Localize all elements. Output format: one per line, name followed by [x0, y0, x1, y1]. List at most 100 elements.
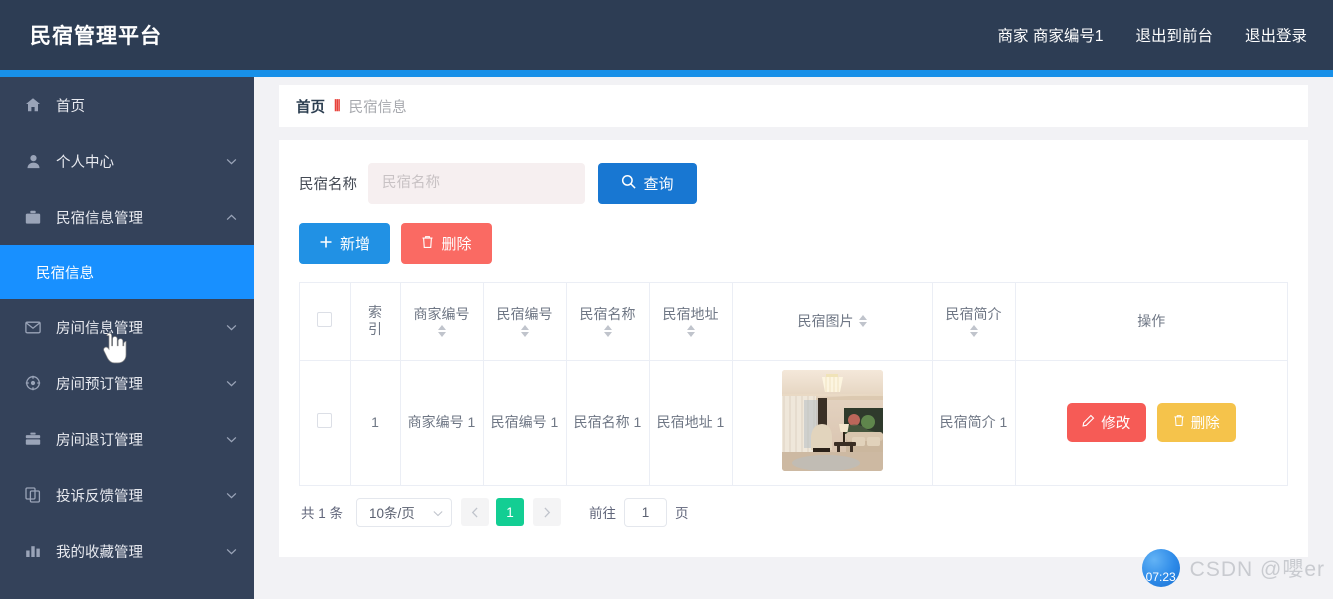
breadcrumb-home[interactable]: 首页	[296, 96, 325, 117]
page-number-1[interactable]: 1	[496, 498, 525, 526]
sidebar-subitem-label: 民宿信息	[36, 265, 94, 282]
goto-page-input[interactable]	[624, 497, 668, 527]
row-delete-button-label: 删除	[1190, 416, 1220, 432]
current-user-label: 商家 商家编号1	[997, 28, 1104, 45]
sidebar-subitem-hotel-info[interactable]: 民宿信息	[0, 245, 254, 299]
th-index: 索 引	[350, 283, 401, 361]
no-chevron	[224, 98, 238, 112]
sort-icon[interactable]	[437, 325, 446, 337]
th-hotel-no-label: 民宿编号	[496, 305, 553, 322]
chevron-down-icon	[224, 154, 238, 168]
chevron-down-icon	[224, 376, 238, 390]
row-delete-button[interactable]: 删除	[1156, 403, 1236, 442]
chevron-down-icon	[224, 488, 238, 502]
prev-page-button[interactable]	[461, 498, 490, 526]
edit-button-label: 修改	[1101, 416, 1131, 432]
th-operations-label: 操作	[1137, 312, 1166, 329]
main-content: 首页 ⦀ 民宿信息 民宿名称 查询	[254, 77, 1333, 599]
search-button-label: 查询	[643, 175, 674, 193]
sidebar-item-label: 房间预订管理	[56, 376, 143, 393]
th-hotel-address-label: 民宿地址	[662, 305, 719, 322]
sidebar-item-label: 首页	[56, 98, 85, 115]
app-brand-title: 民宿管理平台	[30, 25, 162, 48]
row-checkbox[interactable]	[317, 412, 333, 428]
sidebar-item-room-booking-mgmt[interactable]: 房间预订管理	[0, 355, 254, 411]
bar-chart-icon	[22, 541, 44, 561]
sort-icon[interactable]	[686, 325, 695, 337]
page-size-select[interactable]: 10条/页	[356, 497, 453, 527]
cell-merchant-no: 商家编号 1	[400, 360, 484, 486]
trash-icon	[421, 235, 434, 253]
th-hotel-desc-label: 民宿简介	[945, 305, 1002, 322]
hotel-thumbnail-image[interactable]	[781, 369, 883, 471]
page-size-value: 10条/页	[369, 506, 415, 521]
sort-icon[interactable]	[520, 325, 529, 337]
cell-hotel-name: 民宿名称 1	[566, 360, 650, 486]
th-hotel-picture[interactable]: 民宿图片	[732, 283, 933, 361]
search-icon	[621, 174, 637, 193]
sort-icon[interactable]	[858, 315, 867, 328]
sort-icon[interactable]	[603, 325, 612, 337]
cell-index: 1	[350, 360, 401, 486]
cell-hotel-address: 民宿地址 1	[649, 360, 733, 486]
search-input[interactable]	[368, 162, 585, 204]
cell-select	[300, 360, 351, 486]
sidebar-item-room-info-mgmt[interactable]: 房间信息管理	[0, 299, 254, 355]
app-root: 民宿管理平台 商家 商家编号1 退出到前台 退出登录 首页 个人中心 民宿信息管…	[0, 0, 1333, 599]
sidebar-item-label: 房间退订管理	[56, 432, 143, 449]
data-table: 索 引 商家编号 民宿编号 民宿名称 民宿地址 民宿图片 民宿简介 操作 1 商…	[299, 282, 1288, 486]
envelope-icon	[22, 317, 44, 337]
th-merchant-no-label: 商家编号	[413, 305, 470, 322]
th-index-label: 索 引	[368, 303, 382, 338]
table-row: 1 商家编号 1 民宿编号 1 民宿名称 1 民宿地址 1 民宿简介 1 修改 …	[300, 360, 1287, 486]
app-header: 民宿管理平台 商家 商家编号1 退出到前台 退出登录	[0, 0, 1333, 70]
search-bar: 民宿名称 查询	[299, 162, 1288, 204]
chevron-down-icon	[224, 544, 238, 558]
copy-icon	[22, 485, 44, 505]
search-field-label: 民宿名称	[299, 176, 357, 193]
next-page-button[interactable]	[533, 498, 562, 526]
th-hotel-desc[interactable]: 民宿简介	[932, 283, 1016, 361]
total-count-label: 共 1 条	[301, 506, 344, 521]
sidebar-item-personal-center[interactable]: 个人中心	[0, 133, 254, 189]
cell-operations: 修改 删除	[1015, 360, 1287, 486]
user-icon	[22, 151, 44, 171]
sidebar-item-label: 我的收藏管理	[56, 544, 143, 561]
sidebar-item-home[interactable]: 首页	[0, 77, 254, 133]
chevron-down-icon	[224, 320, 238, 334]
sidebar-item-complaint-feedback-mgmt[interactable]: 投诉反馈管理	[0, 467, 254, 523]
th-select-all	[300, 283, 351, 361]
edit-button[interactable]: 修改	[1066, 403, 1146, 442]
sidebar-item-label: 投诉反馈管理	[56, 488, 143, 505]
trash-icon	[1173, 414, 1185, 431]
breadcrumb-current: 民宿信息	[348, 99, 407, 116]
briefcase-icon	[22, 207, 44, 227]
th-hotel-address[interactable]: 民宿地址	[649, 283, 733, 361]
batch-delete-button-label: 删除	[441, 236, 472, 253]
goto-unit-label: 页	[675, 506, 689, 521]
chevron-down-icon	[433, 505, 443, 520]
sidebar-item-room-refund-mgmt[interactable]: 房间退订管理	[0, 411, 254, 467]
compass-icon	[22, 373, 44, 393]
sidebar-item-hotel-info-mgmt[interactable]: 民宿信息管理	[0, 189, 254, 245]
sidebar-item-my-favorites-mgmt[interactable]: 我的收藏管理	[0, 523, 254, 579]
suitcase-icon	[22, 429, 44, 449]
breadcrumb-separator-icon: ⦀	[334, 97, 341, 115]
search-button[interactable]: 查询	[598, 162, 697, 204]
breadcrumb: 首页 ⦀ 民宿信息	[279, 85, 1308, 127]
th-hotel-name[interactable]: 民宿名称	[566, 283, 650, 361]
sort-icon[interactable]	[969, 325, 978, 337]
goto-label: 前往	[589, 506, 617, 521]
th-merchant-no[interactable]: 商家编号	[400, 283, 484, 361]
th-hotel-no[interactable]: 民宿编号	[483, 283, 567, 361]
logout-link[interactable]: 退出登录	[1245, 24, 1307, 46]
sidebar-item-label: 民宿信息管理	[56, 210, 143, 227]
exit-to-frontend-link[interactable]: 退出到前台	[1135, 24, 1213, 46]
batch-delete-button[interactable]: 删除	[401, 223, 492, 264]
add-button[interactable]: 新增	[299, 223, 390, 264]
th-hotel-name-label: 民宿名称	[579, 305, 636, 322]
sidebar-item-label: 房间信息管理	[56, 320, 143, 337]
select-all-checkbox[interactable]	[317, 311, 333, 327]
header-accent-bar	[0, 70, 1333, 77]
plus-icon	[319, 235, 333, 253]
